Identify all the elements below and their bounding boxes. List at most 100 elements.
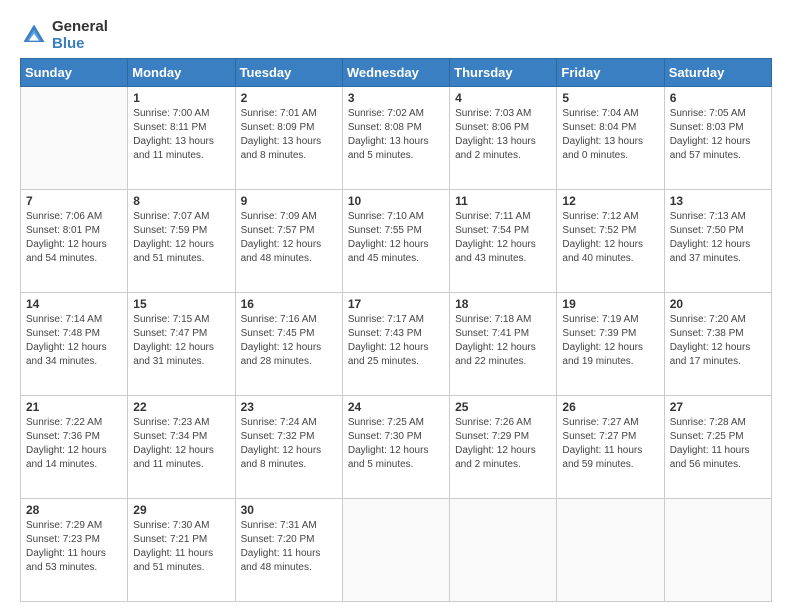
day-info: Sunrise: 7:04 AMSunset: 8:04 PMDaylight:… [562,107,658,163]
calendar-cell: 11 Sunrise: 7:11 AMSunset: 7:54 PMDayligh… [450,190,557,293]
weekday-header-saturday: Saturday [664,59,771,87]
day-info: Sunrise: 7:17 AMSunset: 7:43 PMDaylight:… [348,313,444,369]
calendar-cell: 10 Sunrise: 7:10 AMSunset: 7:55 PMDayligh… [342,190,449,293]
day-number: 25 [455,400,551,414]
day-number: 1 [133,91,229,105]
calendar-cell: 12 Sunrise: 7:12 AMSunset: 7:52 PMDayligh… [557,190,664,293]
day-info: Sunrise: 7:00 AMSunset: 8:11 PMDaylight:… [133,107,229,163]
day-number: 15 [133,297,229,311]
calendar-cell: 6Sunrise: 7:05 AMSunset: 8:03 PMDaylight… [664,87,771,190]
day-number: 16 [241,297,337,311]
calendar-cell [21,87,128,190]
day-info: Sunrise: 7:11 AMSunset: 7:54 PMDaylight:… [455,210,551,266]
calendar-cell: 4 Sunrise: 7:03 AMSunset: 8:06 PMDaylight… [450,87,557,190]
day-info: Sunrise: 7:01 AMSunset: 8:09 PMDaylight:… [241,107,337,163]
day-number: 13 [670,194,766,208]
calendar-cell: 20 Sunrise: 7:20 AMSunset: 7:38 PMDayligh… [664,293,771,396]
day-number: 28 [26,503,122,517]
day-info: Sunrise: 7:22 AMSunset: 7:36 PMDaylight:… [26,416,122,472]
weekday-header-friday: Friday [557,59,664,87]
day-info: Sunrise: 7:24 AMSunset: 7:32 PMDaylight:… [241,416,337,472]
day-number: 18 [455,297,551,311]
calendar-cell: 2 Sunrise: 7:01 AMSunset: 8:09 PMDaylight… [235,87,342,190]
calendar-cell: 17 Sunrise: 7:17 AMSunset: 7:43 PMDayligh… [342,293,449,396]
day-info: Sunrise: 7:20 AMSunset: 7:38 PMDaylight:… [670,313,766,369]
weekday-header-row: SundayMondayTuesdayWednesdayThursdayFrid… [21,59,772,87]
logo-text: General Blue [52,18,108,52]
calendar-cell [342,499,449,602]
calendar-cell: 3 Sunrise: 7:02 AMSunset: 8:08 PMDaylight… [342,87,449,190]
day-info: Sunrise: 7:14 AMSunset: 7:48 PMDaylight:… [26,313,122,369]
day-info: Sunrise: 7:31 AMSunset: 7:20 PMDaylight:… [241,519,337,575]
calendar-cell: 24 Sunrise: 7:25 AMSunset: 7:30 PMDayligh… [342,396,449,499]
calendar-cell: 14 Sunrise: 7:14 AMSunset: 7:48 PMDayligh… [21,293,128,396]
calendar-week-row-1: 7 Sunrise: 7:06 AMSunset: 8:01 PMDaylight… [21,190,772,293]
calendar-cell: 18 Sunrise: 7:18 AMSunset: 7:41 PMDayligh… [450,293,557,396]
day-info: Sunrise: 7:03 AMSunset: 8:06 PMDaylight:… [455,107,551,163]
calendar-cell [664,499,771,602]
calendar-cell: 9 Sunrise: 7:09 AMSunset: 7:57 PMDaylight… [235,190,342,293]
day-info: Sunrise: 7:25 AMSunset: 7:30 PMDaylight:… [348,416,444,472]
weekday-header-monday: Monday [128,59,235,87]
day-info: Sunrise: 7:23 AMSunset: 7:34 PMDaylight:… [133,416,229,472]
day-number: 3 [348,91,444,105]
calendar-cell: 22 Sunrise: 7:23 AMSunset: 7:34 PMDayligh… [128,396,235,499]
day-number: 30 [241,503,337,517]
day-number: 17 [348,297,444,311]
day-info: Sunrise: 7:16 AMSunset: 7:45 PMDaylight:… [241,313,337,369]
calendar-table: SundayMondayTuesdayWednesdayThursdayFrid… [20,58,772,602]
calendar-week-row-2: 14 Sunrise: 7:14 AMSunset: 7:48 PMDayligh… [21,293,772,396]
calendar-cell: 7 Sunrise: 7:06 AMSunset: 8:01 PMDaylight… [21,190,128,293]
day-number: 21 [26,400,122,414]
weekday-header-wednesday: Wednesday [342,59,449,87]
day-number: 10 [348,194,444,208]
calendar-cell: 23 Sunrise: 7:24 AMSunset: 7:32 PMDayligh… [235,396,342,499]
calendar-cell [450,499,557,602]
day-info: Sunrise: 7:30 AMSunset: 7:21 PMDaylight:… [133,519,229,575]
day-info: Sunrise: 7:19 AMSunset: 7:39 PMDaylight:… [562,313,658,369]
calendar-week-row-4: 28Sunrise: 7:29 AMSunset: 7:23 PMDayligh… [21,499,772,602]
page: General Blue SundayMondayTuesdayWednesda… [0,0,792,612]
day-info: Sunrise: 7:09 AMSunset: 7:57 PMDaylight:… [241,210,337,266]
day-number: 4 [455,91,551,105]
day-number: 11 [455,194,551,208]
day-number: 8 [133,194,229,208]
day-number: 2 [241,91,337,105]
day-number: 22 [133,400,229,414]
calendar-cell: 26 Sunrise: 7:27 AMSunset: 7:27 PMDayligh… [557,396,664,499]
logo: General Blue [20,18,108,52]
day-info: Sunrise: 7:26 AMSunset: 7:29 PMDaylight:… [455,416,551,472]
calendar-cell: 29Sunrise: 7:30 AMSunset: 7:21 PMDayligh… [128,499,235,602]
day-info: Sunrise: 7:05 AMSunset: 8:03 PMDaylight:… [670,107,766,163]
calendar-week-row-0: 1 Sunrise: 7:00 AMSunset: 8:11 PMDaylight… [21,87,772,190]
day-number: 27 [670,400,766,414]
day-number: 26 [562,400,658,414]
day-number: 5 [562,91,658,105]
day-info: Sunrise: 7:18 AMSunset: 7:41 PMDaylight:… [455,313,551,369]
weekday-header-thursday: Thursday [450,59,557,87]
day-number: 12 [562,194,658,208]
day-number: 14 [26,297,122,311]
weekday-header-sunday: Sunday [21,59,128,87]
day-info: Sunrise: 7:10 AMSunset: 7:55 PMDaylight:… [348,210,444,266]
calendar-cell: 30 Sunrise: 7:31 AMSunset: 7:20 PMDayligh… [235,499,342,602]
day-info: Sunrise: 7:12 AMSunset: 7:52 PMDaylight:… [562,210,658,266]
day-info: Sunrise: 7:27 AMSunset: 7:27 PMDaylight:… [562,416,658,472]
calendar-cell: 15Sunrise: 7:15 AMSunset: 7:47 PMDayligh… [128,293,235,396]
day-number: 7 [26,194,122,208]
day-info: Sunrise: 7:02 AMSunset: 8:08 PMDaylight:… [348,107,444,163]
calendar-cell [557,499,664,602]
logo-icon [20,21,48,49]
day-number: 24 [348,400,444,414]
calendar-cell: 1 Sunrise: 7:00 AMSunset: 8:11 PMDaylight… [128,87,235,190]
day-info: Sunrise: 7:06 AMSunset: 8:01 PMDaylight:… [26,210,122,266]
day-info: Sunrise: 7:13 AMSunset: 7:50 PMDaylight:… [670,210,766,266]
calendar-cell: 5 Sunrise: 7:04 AMSunset: 8:04 PMDaylight… [557,87,664,190]
calendar-cell: 16 Sunrise: 7:16 AMSunset: 7:45 PMDayligh… [235,293,342,396]
calendar-cell: 28Sunrise: 7:29 AMSunset: 7:23 PMDayligh… [21,499,128,602]
day-number: 9 [241,194,337,208]
calendar-cell: 27Sunrise: 7:28 AMSunset: 7:25 PMDayligh… [664,396,771,499]
day-number: 23 [241,400,337,414]
calendar-cell: 13 Sunrise: 7:13 AMSunset: 7:50 PMDayligh… [664,190,771,293]
day-number: 20 [670,297,766,311]
